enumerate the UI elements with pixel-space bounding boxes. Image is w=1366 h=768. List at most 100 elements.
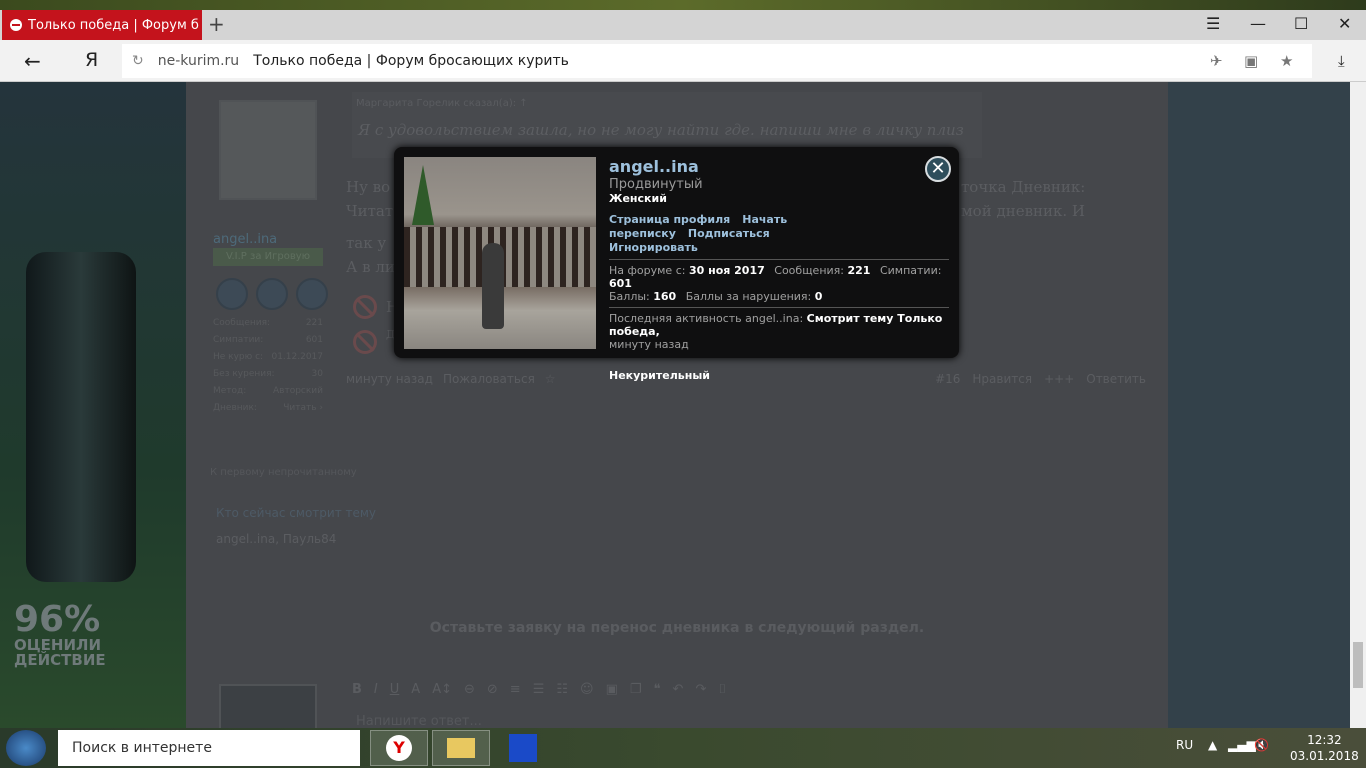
redo-icon[interactable]: ↷ <box>695 682 706 697</box>
unlink-icon[interactable]: ⊘ <box>487 682 498 697</box>
minimize-icon[interactable]: — <box>1250 14 1266 33</box>
author-badge: V.I.P за Игровую <box>213 248 323 266</box>
post-text: Читат <box>346 202 394 220</box>
ignore-link[interactable]: Игнорировать <box>609 241 698 254</box>
messages-count: 221 <box>847 264 871 277</box>
volume-muted-icon[interactable]: 🔇 <box>1254 738 1269 752</box>
profile-page-link[interactable]: Страница профиля <box>609 213 730 226</box>
yandex-browser-taskbar-icon[interactable]: Y <box>370 730 428 766</box>
close-window-icon[interactable]: ✕ <box>1338 14 1351 33</box>
scrollbar[interactable] <box>1350 82 1366 728</box>
url-page-title: Только победа | Форум бросающих курить <box>253 53 569 69</box>
menu-icon[interactable]: ☰ <box>1206 14 1220 33</box>
star-icon[interactable]: ☆ <box>545 372 556 386</box>
bold-icon[interactable]: B <box>352 682 362 697</box>
desktop-strip <box>0 0 1366 10</box>
explorer-taskbar-icon[interactable] <box>432 730 490 766</box>
medals <box>216 278 328 310</box>
image-icon[interactable]: ▣ <box>606 682 618 697</box>
clock[interactable]: 12:32 03.01.2018 <box>1290 732 1359 764</box>
scrollbar-thumb[interactable] <box>1353 642 1363 688</box>
tab-bar: Только победа | Форум б✕ + ☰ — ☐ ✕ <box>0 10 1366 40</box>
like-link[interactable]: Нравится <box>972 372 1032 386</box>
camera-icon[interactable]: ⌷ <box>718 682 726 697</box>
protect-icon[interactable]: ✈ <box>1210 52 1223 70</box>
who-viewing-title: Кто сейчас смотрит тему <box>216 506 377 520</box>
likes-count: 601 <box>609 277 632 290</box>
smiley-icon[interactable]: ☺ <box>580 682 594 697</box>
quote-icon[interactable]: ❝ <box>654 682 661 697</box>
quote-author[interactable]: Маргарита Горелик сказал(а): ↑ <box>352 92 982 115</box>
numbered-list-icon[interactable]: ☷ <box>556 682 568 697</box>
close-icon[interactable]: ✕ <box>925 156 951 182</box>
start-button[interactable] <box>6 730 46 766</box>
underline-icon[interactable]: U <box>390 682 400 697</box>
download-icon[interactable]: ⤓ <box>1338 52 1345 70</box>
browser-tab[interactable]: Только победа | Форум б✕ <box>2 10 202 40</box>
post-text: А в ли <box>346 258 395 276</box>
member-name[interactable]: angel..ina <box>609 157 949 176</box>
editor-toolbar: B I U A A↕ ⊖ ⊘ ≡ ☰ ☷ ☺ ▣ ❐ ❝ ↶ ↷ ⌷ <box>352 674 1142 704</box>
no-smoking-icon <box>353 330 377 354</box>
member-title: Продвинутый <box>609 177 703 192</box>
member-tooltip: angel..ina Продвинутый Женский Страница … <box>394 147 959 382</box>
tray-arrow-icon[interactable]: ▲ <box>1208 738 1217 752</box>
quote-text: Я с удовольствием зашла, но не могу найт… <box>358 121 964 139</box>
align-icon[interactable]: ≡ <box>510 682 521 697</box>
author-stats: Сообщения: 221 Симпатии: 601 Не курю с: 01.… <box>213 318 323 420</box>
url-field[interactable]: ↻ ne-kurim.ru Только победа | Форум брос… <box>122 44 1312 78</box>
list-icon[interactable]: ☰ <box>533 682 545 697</box>
network-icon[interactable]: ▂▄▆ <box>1228 738 1256 752</box>
maximize-icon[interactable]: ☐ <box>1294 14 1308 33</box>
points-count: 160 <box>653 290 677 303</box>
my-avatar <box>219 684 317 728</box>
back-icon[interactable]: ← <box>24 49 41 73</box>
italic-icon[interactable]: I <box>374 682 378 697</box>
reader-icon[interactable]: ▣ <box>1244 52 1258 70</box>
diary-link[interactable]: Читать › <box>283 403 323 420</box>
member-status: Некурительный <box>609 369 710 382</box>
author-avatar[interactable] <box>219 100 317 200</box>
save-app-taskbar-icon[interactable] <box>494 730 552 766</box>
font-size-icon[interactable]: A↕ <box>432 682 452 697</box>
address-bar: ← Я ↻ ne-kurim.ru Только победа | Форум … <box>0 40 1366 82</box>
post-text: точка Дневник: <box>961 178 1086 196</box>
joined-date: 30 ноя 2017 <box>688 264 765 277</box>
reload-icon[interactable]: ↻ <box>132 53 144 69</box>
report-link[interactable]: Пожаловаться <box>443 372 535 386</box>
link-icon[interactable]: ⊖ <box>464 682 475 697</box>
right-background <box>1168 82 1350 728</box>
ad-product-image <box>26 252 136 582</box>
author-name[interactable]: angel..ina <box>213 232 277 247</box>
no-smoking-icon <box>353 295 377 319</box>
follow-link[interactable]: Подписаться <box>688 227 770 240</box>
member-gender: Женский <box>609 192 667 205</box>
post-text: так у <box>346 234 387 252</box>
notice-text: Оставьте заявку на перенос дневника в сл… <box>429 620 925 636</box>
undo-icon[interactable]: ↶ <box>673 682 684 697</box>
plus-link[interactable]: +++ <box>1044 372 1074 386</box>
member-photo[interactable] <box>404 157 596 349</box>
taskbar: Поиск в интернете Y RU ▲ ▂▄▆ 🔇 12:32 03.0… <box>0 728 1366 768</box>
language-indicator[interactable]: RU <box>1176 738 1193 752</box>
medal-icon[interactable] <box>216 278 248 310</box>
bookmark-star-icon[interactable]: ★ <box>1280 52 1293 70</box>
first-unread-link[interactable]: К первому непрочитанному <box>210 467 357 478</box>
site-favicon-icon <box>10 19 22 31</box>
medal-icon[interactable] <box>296 278 328 310</box>
post-text: мой дневник. И <box>961 202 1086 220</box>
page-viewport: 96% ОЦЕНИЛИ ДЕЙСТВИЕ angel..ina V.I.P за И… <box>0 82 1350 728</box>
sidebar-ad[interactable]: 96% ОЦЕНИЛИ ДЕЙСТВИЕ <box>0 82 186 728</box>
tab-title: Только победа | Форум б <box>28 17 199 33</box>
url-domain: ne-kurim.ru <box>157 53 240 69</box>
taskbar-search[interactable]: Поиск в интернете <box>58 730 360 766</box>
new-tab-button[interactable]: + <box>208 12 225 36</box>
post-time[interactable]: минуту назад <box>346 372 433 386</box>
divider <box>609 259 949 260</box>
medal-icon[interactable] <box>256 278 288 310</box>
reply-input[interactable]: Напишите ответ... <box>356 714 482 728</box>
reply-link[interactable]: Ответить <box>1086 372 1146 386</box>
media-icon[interactable]: ❐ <box>630 682 642 697</box>
yandex-logo-icon[interactable]: Я <box>85 49 98 71</box>
text-color-icon[interactable]: A <box>411 682 420 697</box>
